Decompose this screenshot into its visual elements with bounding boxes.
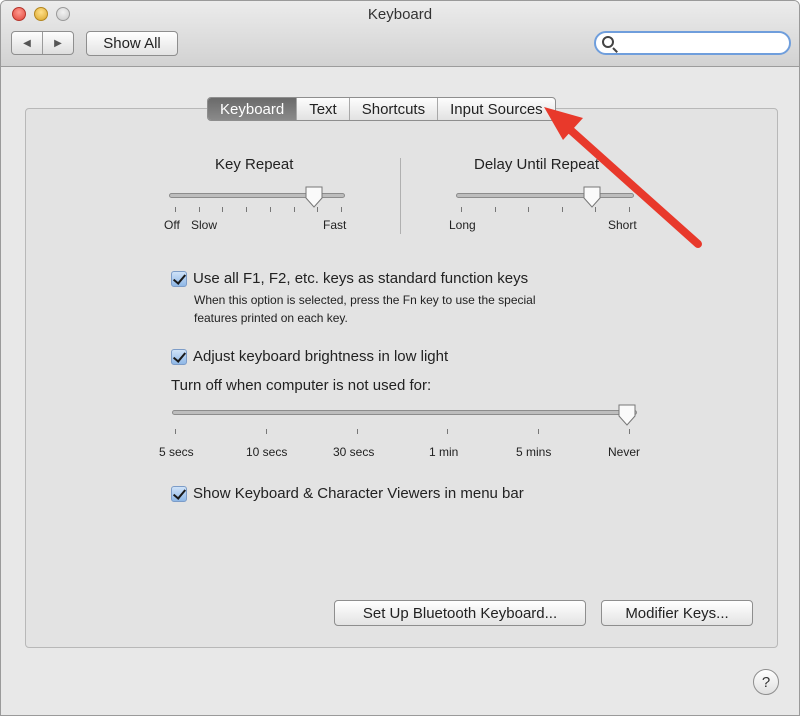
show-all-button[interactable]: Show All	[86, 31, 178, 56]
help-icon: ?	[761, 673, 771, 691]
brightness-label: Adjust keyboard brightness in low light	[193, 348, 449, 365]
function-keys-label: Use all F1, F2, etc. keys as standard fu…	[193, 270, 529, 287]
function-keys-checkbox[interactable]	[171, 271, 187, 287]
key-repeat-slider-thumb[interactable]	[305, 186, 323, 208]
delay-slider-track[interactable]	[456, 193, 634, 198]
slider-tick	[341, 207, 342, 212]
back-forward-control: ◀ ▶	[11, 31, 74, 55]
window-title: Keyboard	[367, 6, 433, 23]
search-field[interactable]	[594, 31, 791, 55]
slider-tick	[461, 207, 462, 212]
slider-tick	[528, 207, 530, 212]
turn-off-tick-label: Never	[608, 445, 641, 459]
turn-off-tick-label: 5 mins	[516, 445, 552, 459]
key-repeat-fast-label: Fast	[323, 218, 347, 232]
brightness-checkbox[interactable]	[171, 349, 187, 365]
turn-off-tick-label: 10 secs	[246, 445, 288, 459]
help-button[interactable]: ?	[753, 669, 779, 695]
delay-until-repeat-title: Delay Until Repeat	[474, 156, 600, 173]
slider-tick	[246, 207, 248, 212]
slider-tick	[494, 207, 496, 212]
modifier-keys-button[interactable]: Modifier Keys...	[601, 600, 753, 626]
slider-tick	[265, 429, 267, 434]
delay-long-label: Long	[449, 218, 476, 232]
key-repeat-slow-label: Slow	[191, 218, 218, 232]
turn-off-label: Turn off when computer is not used for:	[171, 377, 432, 394]
slider-tick	[538, 429, 540, 434]
slider-tick	[198, 207, 200, 212]
slider-tick	[629, 429, 630, 434]
delay-short-label: Short	[608, 218, 637, 232]
forward-arrow-icon[interactable]: ▶	[43, 32, 73, 54]
tab-text[interactable]: Text	[297, 98, 350, 120]
turn-off-slider-track[interactable]	[172, 410, 637, 415]
turn-off-tick-label: 5 secs	[159, 445, 194, 459]
slider-tick	[175, 207, 176, 212]
back-arrow-icon[interactable]: ◀	[12, 32, 43, 54]
delay-slider-thumb[interactable]	[583, 186, 601, 208]
key-repeat-title: Key Repeat	[215, 156, 294, 173]
key-repeat-off-label: Off	[164, 218, 180, 232]
viewers-checkbox[interactable]	[171, 486, 187, 502]
tab-shortcuts[interactable]: Shortcuts	[350, 98, 439, 120]
tab-bar: Keyboard Text Shortcuts Input Sources	[207, 97, 556, 121]
slider-tick	[269, 207, 271, 212]
keyboard-preferences-window: Keyboard ◀ ▶ Show All Keyboard Text Shor…	[0, 0, 800, 716]
tab-input-sources[interactable]: Input Sources	[438, 98, 555, 120]
function-keys-description-line2: features printed on each key.	[194, 311, 348, 325]
slider-tick	[175, 429, 176, 434]
slider-tick	[222, 207, 224, 212]
slider-tick	[356, 429, 358, 434]
tab-keyboard[interactable]: Keyboard	[208, 98, 298, 120]
slider-divider	[400, 158, 401, 234]
slider-tick	[595, 207, 597, 212]
title-bar: Keyboard ◀ ▶ Show All	[1, 1, 799, 67]
search-input[interactable]	[620, 34, 780, 52]
turn-off-tick-label: 1 min	[429, 445, 459, 459]
viewers-label: Show Keyboard & Character Viewers in men…	[193, 485, 524, 502]
slider-tick	[293, 207, 295, 212]
slider-tick	[561, 207, 563, 212]
slider-tick	[317, 207, 319, 212]
slider-tick	[629, 207, 630, 212]
function-keys-description-line1: When this option is selected, press the …	[194, 293, 536, 307]
turn-off-slider-thumb[interactable]	[618, 404, 636, 426]
turn-off-tick-label: 30 secs	[333, 445, 375, 459]
set-up-bluetooth-keyboard-button[interactable]: Set Up Bluetooth Keyboard...	[334, 600, 586, 626]
search-icon	[602, 36, 614, 48]
slider-tick	[447, 429, 449, 434]
